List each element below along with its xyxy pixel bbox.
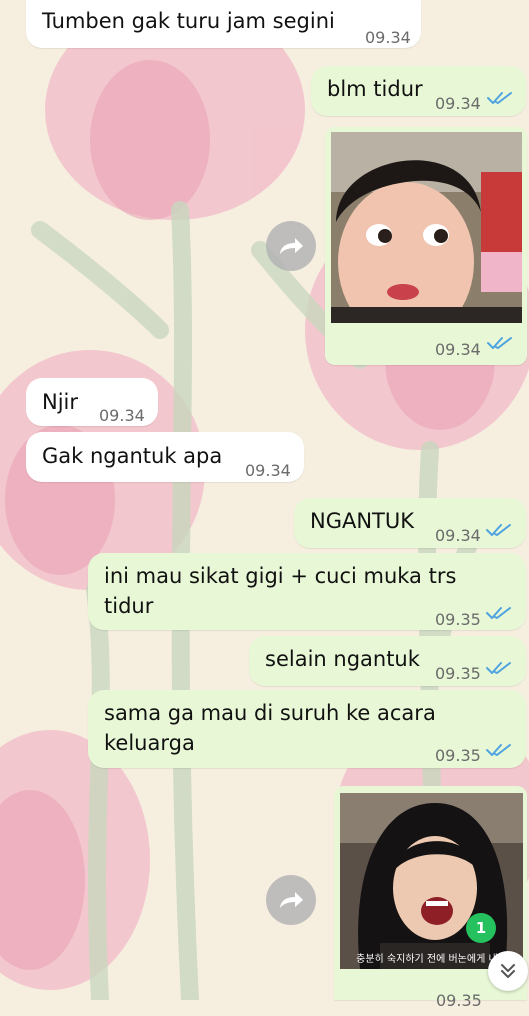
message-time: 09.34 bbox=[435, 94, 481, 113]
double-check-icon bbox=[486, 744, 511, 756]
message-text: blm tidur bbox=[327, 77, 423, 101]
message-outgoing[interactable]: blm tidur 09.34 bbox=[311, 66, 526, 116]
double-check-icon bbox=[486, 607, 511, 619]
message-time: 09.34 bbox=[99, 406, 145, 425]
message-text: selain ngantuk bbox=[265, 647, 420, 671]
double-check-icon bbox=[487, 337, 512, 349]
message-time: 09.34 bbox=[245, 461, 291, 480]
message-time: 09.35 bbox=[435, 610, 481, 629]
message-text: Gak ngantuk apa bbox=[42, 444, 223, 468]
double-check-icon bbox=[486, 524, 511, 536]
shared-photo-reaction[interactable]: 충분히 숙지하기 전에 버논에게 내용 bbox=[340, 793, 523, 969]
double-chevron-down-icon bbox=[501, 964, 515, 978]
message-time: 09.34 bbox=[365, 28, 411, 47]
message-time: 09.35 bbox=[436, 991, 482, 1010]
message-incoming[interactable]: Njir 09.34 bbox=[26, 378, 158, 426]
unread-badge: 1 bbox=[466, 913, 496, 943]
forward-arrow-icon bbox=[280, 238, 303, 254]
message-text: NGANTUK bbox=[310, 509, 415, 533]
message-incoming[interactable]: Gak ngantuk apa 09.34 bbox=[26, 432, 304, 482]
message-outgoing[interactable]: sama ga mau di suruh ke acara keluarga 0… bbox=[88, 690, 526, 768]
scroll-to-bottom-button[interactable] bbox=[488, 951, 528, 991]
photo-content bbox=[340, 793, 523, 969]
double-check-icon bbox=[486, 662, 511, 674]
forward-button[interactable] bbox=[266, 221, 316, 271]
message-text: Tumben gak turu jam segini bbox=[42, 9, 335, 33]
message-incoming[interactable]: Tumben gak turu jam segini 09.34 bbox=[26, 0, 421, 48]
message-time: 09.34 bbox=[435, 526, 481, 545]
message-text: ini mau sikat gigi + cuci muka trs tidur bbox=[104, 564, 457, 618]
message-time: 09.35 bbox=[435, 664, 481, 683]
forward-arrow-icon bbox=[280, 892, 303, 908]
message-time: 09.34 bbox=[435, 340, 481, 359]
shared-photo-child[interactable] bbox=[331, 132, 522, 323]
double-check-icon bbox=[487, 92, 512, 104]
message-text: sama ga mau di suruh ke acara keluarga bbox=[104, 701, 436, 755]
message-outgoing[interactable]: selain ngantuk 09.35 bbox=[249, 636, 526, 686]
forward-button[interactable] bbox=[266, 875, 316, 925]
message-time: 09.35 bbox=[435, 746, 481, 765]
message-outgoing[interactable]: ini mau sikat gigi + cuci muka trs tidur… bbox=[88, 553, 526, 630]
message-outgoing[interactable]: NGANTUK 09.34 bbox=[294, 498, 526, 548]
message-text: Njir bbox=[42, 390, 79, 414]
